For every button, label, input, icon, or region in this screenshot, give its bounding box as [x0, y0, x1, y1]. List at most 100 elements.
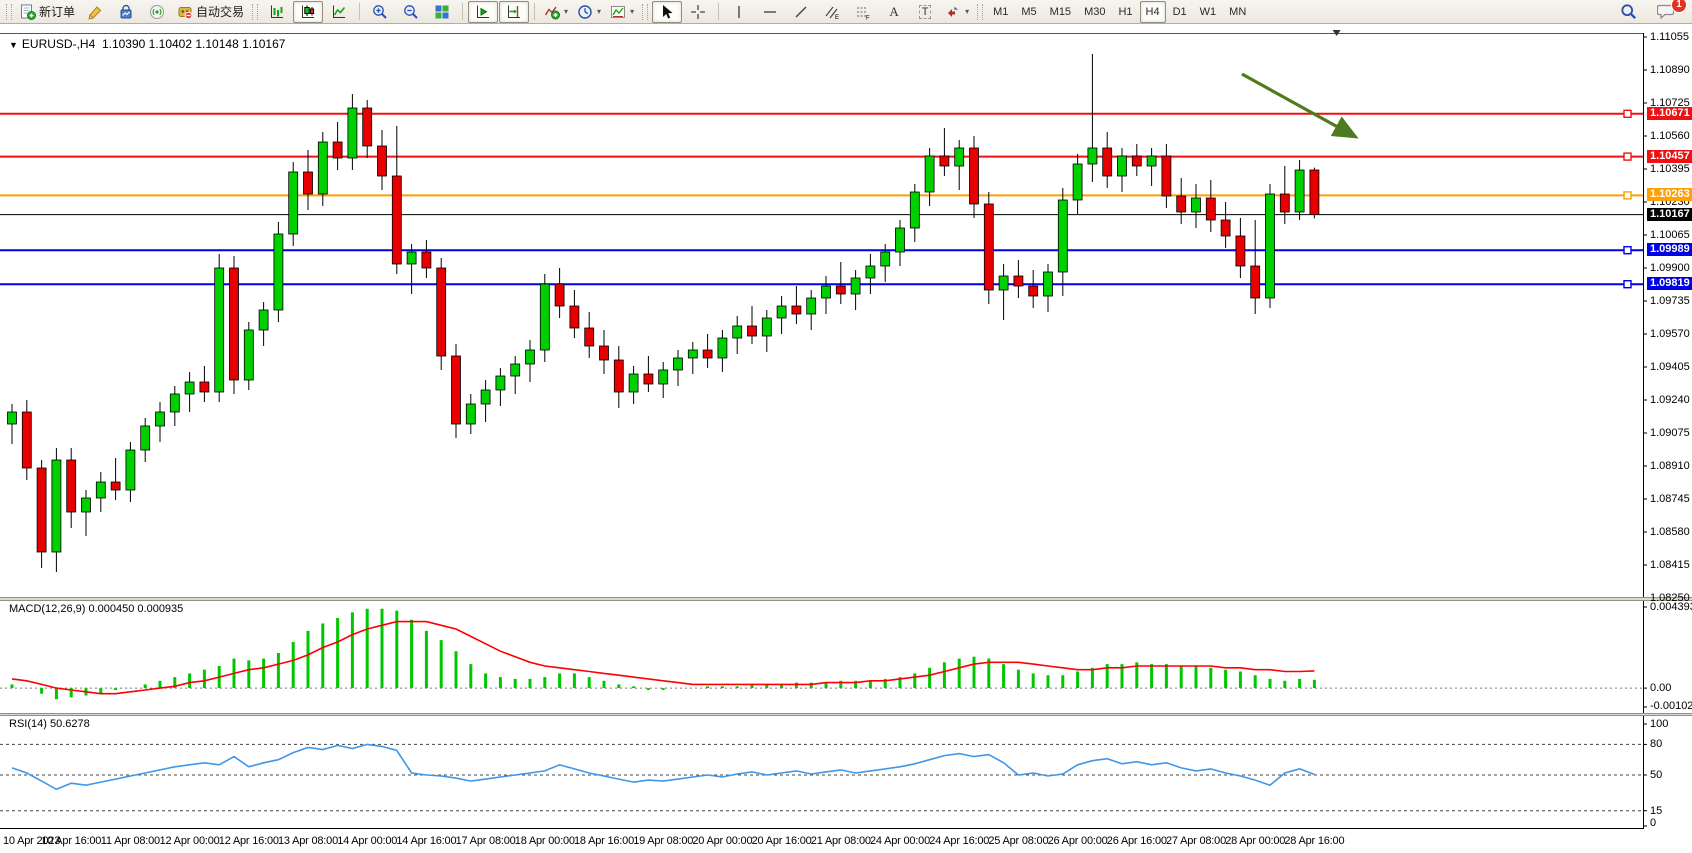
time-tick-label: 13 Apr 08:00 — [278, 835, 338, 847]
bar-chart-button[interactable] — [262, 1, 292, 23]
tab-timeframe-M5[interactable]: M5 — [1015, 1, 1042, 23]
arrows-tool[interactable]: ▾ — [941, 1, 973, 23]
time-axis[interactable]: 10 Apr 202310 Apr 16:0011 Apr 08:0012 Ap… — [0, 829, 1692, 853]
price-tick-label: 1.08910 — [1650, 460, 1690, 472]
vertical-line-tool[interactable] — [724, 1, 754, 23]
candlestick-chart-button[interactable] — [293, 1, 323, 23]
tab-timeframe-M1[interactable]: M1 — [987, 1, 1014, 23]
indicators-icon — [544, 4, 560, 20]
timeframe-group: M1M5M15M30H1H4D1W1MN — [987, 1, 1252, 23]
rsi-tick-label: 100 — [1650, 718, 1668, 730]
macd-chart[interactable] — [0, 601, 1692, 713]
signals-button[interactable] — [142, 1, 172, 23]
time-tick-label: 12 Apr 16:00 — [219, 835, 279, 847]
crosshair-button[interactable] — [683, 1, 713, 23]
horizontal-line-tool[interactable] — [755, 1, 785, 23]
styles-button[interactable] — [80, 1, 110, 23]
chevron-down-icon: ▾ — [564, 7, 568, 16]
text-label-tool[interactable]: T — [910, 1, 940, 23]
tab-timeframe-M30[interactable]: M30 — [1078, 1, 1111, 23]
tile-windows-button[interactable] — [427, 1, 457, 23]
toolbar: 新订单 自动交易 — [0, 0, 1692, 24]
tab-timeframe-D1[interactable]: D1 — [1167, 1, 1193, 23]
rsi-pane[interactable]: RSI(14) 50.6278 1008050150 — [0, 716, 1692, 829]
auto-scroll-button[interactable] — [468, 1, 498, 23]
indicators-button[interactable]: ▾ — [540, 1, 572, 23]
time-tick-label: 14 Apr 00:00 — [337, 835, 397, 847]
rsi-tick-label: 15 — [1650, 805, 1662, 817]
search-button[interactable] — [1613, 1, 1643, 23]
equidistant-channel-tool[interactable]: E — [817, 1, 847, 23]
horizontal-line-icon — [762, 4, 778, 20]
price-tick-label: 1.09075 — [1650, 427, 1690, 439]
templates-icon — [610, 4, 626, 20]
text-tool[interactable]: A — [879, 1, 909, 23]
tab-timeframe-MN[interactable]: MN — [1223, 1, 1252, 23]
price-tick-label: 1.09570 — [1650, 328, 1690, 340]
chart-window: ▼EURUSD-,H4 1.10390 1.10402 1.10148 1.10… — [0, 24, 1692, 853]
price-tick-label: 1.09405 — [1650, 361, 1690, 373]
chat-button[interactable]: 1 — [1651, 1, 1681, 23]
chevron-down-icon: ▾ — [965, 7, 969, 16]
rsi-axis: 1008050150 — [1646, 716, 1692, 829]
trendline-tool[interactable] — [786, 1, 816, 23]
templates-button[interactable]: ▾ — [606, 1, 638, 23]
toolbar-drag-handle — [6, 4, 12, 20]
chevron-down-icon: ▾ — [597, 7, 601, 16]
time-tick-label: 26 Apr 16:00 — [1107, 835, 1167, 847]
time-tick-label: 19 Apr 08:00 — [633, 835, 693, 847]
autotrading-button[interactable]: 自动交易 — [173, 1, 248, 23]
price-tick-label: 1.10395 — [1650, 163, 1690, 175]
toolbar-separator — [462, 3, 463, 20]
toolbar-drag-handle — [252, 4, 258, 20]
text-label-icon: T — [919, 5, 932, 19]
time-tick-label: 27 Apr 08:00 — [1166, 835, 1226, 847]
candlestick-chart-icon — [300, 4, 316, 20]
candlestick-chart[interactable] — [0, 24, 1692, 597]
time-tick-label: 11 Apr 08:00 — [101, 835, 160, 847]
chevron-down-icon: ▾ — [630, 7, 634, 16]
time-tick-label: 18 Apr 00:00 — [515, 835, 575, 847]
new-order-icon — [20, 4, 36, 20]
price-tick-label: 1.10890 — [1650, 64, 1690, 76]
time-tick-label: 20 Apr 16:00 — [752, 835, 812, 847]
chart-shift-icon — [506, 4, 522, 20]
macd-pane[interactable]: MACD(12,26,9) 0.000450 0.000935 0.004393… — [0, 601, 1692, 713]
toolbar-separator — [534, 3, 535, 20]
toolbar-drag-handle — [977, 4, 983, 20]
crosshair-icon — [690, 4, 706, 20]
macd-axis: 0.0043930.00-0.001021 — [1646, 601, 1692, 713]
price-tick-label: 1.09900 — [1650, 262, 1690, 274]
new-order-button[interactable]: 新订单 — [16, 1, 79, 23]
rsi-chart[interactable] — [0, 716, 1692, 829]
chart-shift-button[interactable] — [499, 1, 529, 23]
market-icon — [118, 4, 134, 20]
cursor-button[interactable] — [652, 1, 682, 23]
rsi-tick-label: 80 — [1650, 738, 1662, 750]
time-tick-label: 21 Apr 08:00 — [811, 835, 871, 847]
svg-text:F: F — [866, 15, 870, 20]
fibonacci-tool[interactable]: F — [848, 1, 878, 23]
time-tick-label: 14 Apr 16:00 — [396, 835, 456, 847]
tab-timeframe-H4[interactable]: H4 — [1140, 1, 1166, 23]
chart-ohlc-values: 1.10390 1.10402 1.10148 1.10167 — [102, 37, 286, 51]
price-tick-label: 1.08745 — [1650, 493, 1690, 505]
tab-timeframe-H1[interactable]: H1 — [1112, 1, 1138, 23]
zoom-out-button[interactable] — [396, 1, 426, 23]
rsi-label: RSI(14) 50.6278 — [9, 718, 90, 730]
macd-tick-label: 0.00 — [1650, 682, 1671, 694]
tab-timeframe-W1[interactable]: W1 — [1194, 1, 1223, 23]
arrows-icon — [945, 4, 961, 20]
price-tick-label: 1.08580 — [1650, 526, 1690, 538]
price-chart-pane[interactable]: ▼EURUSD-,H4 1.10390 1.10402 1.10148 1.10… — [0, 24, 1692, 597]
price-axis: 1.110551.108901.107251.105601.103951.102… — [1646, 24, 1692, 597]
time-tick-label: 10 Apr 16:00 — [41, 835, 101, 847]
price-tick-label: 1.10065 — [1650, 229, 1690, 241]
chart-dropdown-icon[interactable]: ▼ — [9, 40, 18, 50]
line-chart-button[interactable] — [324, 1, 354, 23]
market-button[interactable] — [111, 1, 141, 23]
zoom-in-button[interactable] — [365, 1, 395, 23]
periods-button[interactable]: ▾ — [573, 1, 605, 23]
bid-price-badge: 1.10167 — [1647, 208, 1692, 221]
tab-timeframe-M15[interactable]: M15 — [1044, 1, 1077, 23]
